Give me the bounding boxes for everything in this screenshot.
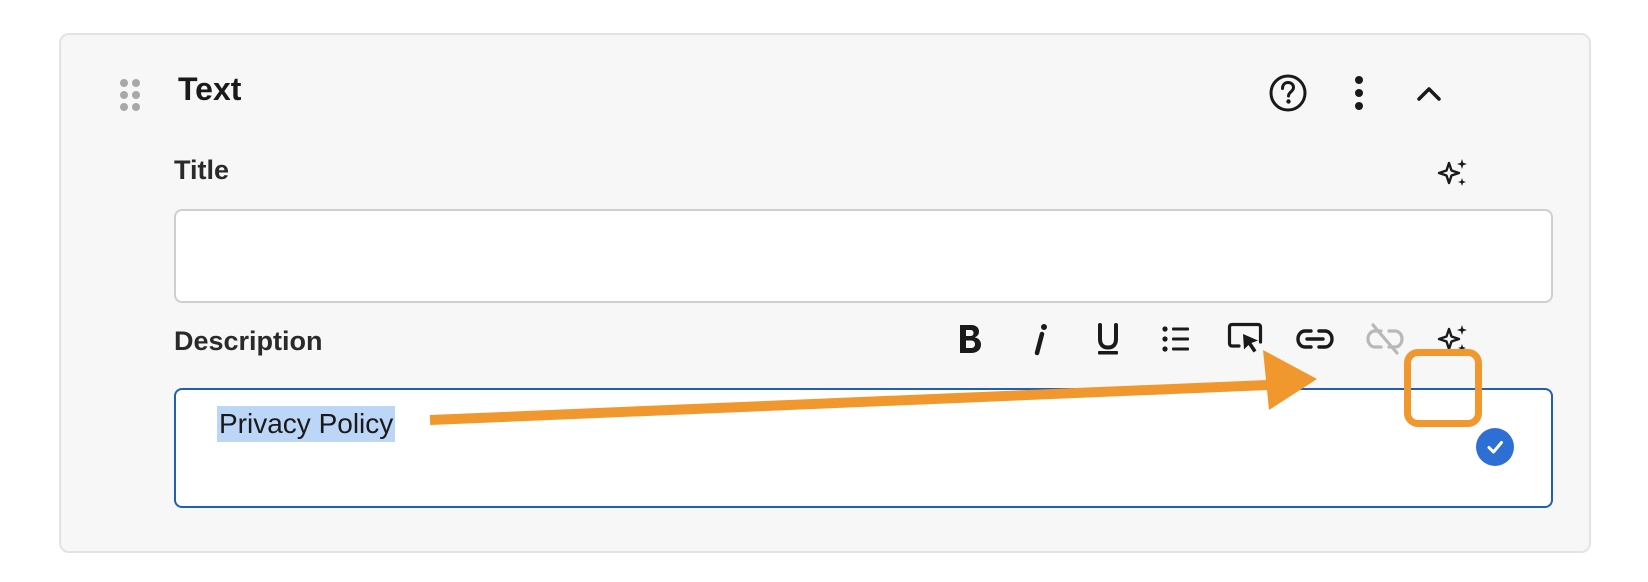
unlink-icon <box>1363 317 1407 361</box>
underline-icon[interactable] <box>1086 317 1130 361</box>
sparkle-icon[interactable] <box>1433 153 1473 193</box>
title-input[interactable] <box>174 209 1553 303</box>
description-editor[interactable]: Privacy Policy <box>174 388 1553 508</box>
description-label: Description <box>174 326 323 356</box>
text-block-card: Text Title Description Privacy Policy <box>59 33 1591 553</box>
check-circle-icon <box>1476 428 1514 466</box>
drag-handle-icon[interactable] <box>119 78 141 112</box>
help-icon[interactable] <box>1266 71 1310 115</box>
title-label: Title <box>174 155 230 185</box>
chevron-up-icon[interactable] <box>1409 73 1449 113</box>
more-vertical-icon[interactable] <box>1339 73 1379 113</box>
block-title: Text <box>178 71 242 107</box>
bullet-list-icon[interactable] <box>1154 317 1198 361</box>
link-icon[interactable] <box>1293 317 1337 361</box>
link-icon-highlight <box>1404 349 1482 427</box>
selected-text[interactable]: Privacy Policy <box>217 406 396 442</box>
italic-icon[interactable] <box>1018 317 1062 361</box>
bold-icon[interactable] <box>948 317 992 361</box>
cursor-select-icon[interactable] <box>1224 317 1268 361</box>
